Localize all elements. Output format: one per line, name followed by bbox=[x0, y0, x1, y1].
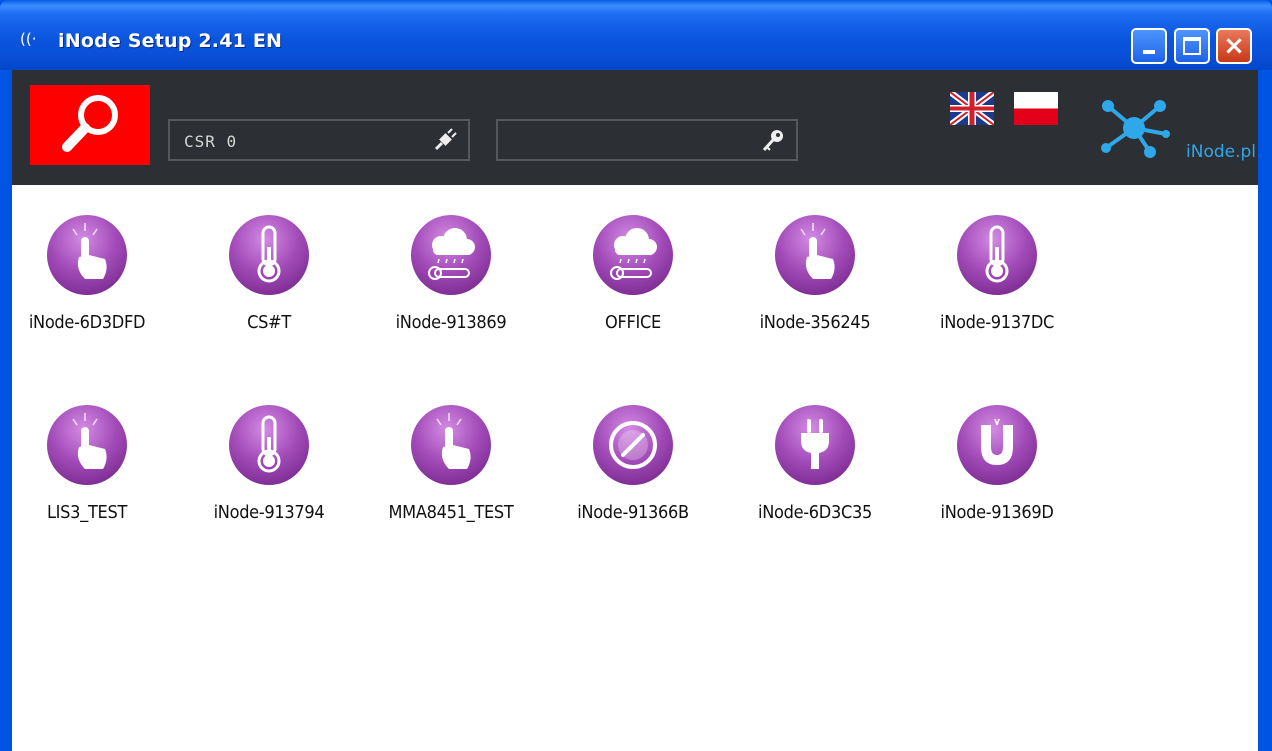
app-icon: ((· bbox=[20, 30, 37, 48]
toolbar: CSR 0 iNode.pl bbox=[12, 70, 1258, 185]
device-item[interactable]: iNode-91369D bbox=[922, 375, 1072, 525]
inode-logo: iNode.pl bbox=[1094, 92, 1257, 162]
touch-icon bbox=[47, 215, 127, 295]
magnet-icon bbox=[957, 405, 1037, 485]
device-label: iNode-356245 bbox=[759, 312, 871, 333]
poland-flag-icon[interactable] bbox=[1014, 92, 1058, 125]
device-item[interactable]: LIS3_TEST bbox=[12, 375, 162, 525]
device-label: OFFICE bbox=[605, 312, 661, 333]
device-label: iNode-913869 bbox=[395, 312, 507, 333]
window-frame-right bbox=[1258, 70, 1272, 751]
key-icon bbox=[762, 130, 783, 152]
device-item[interactable]: iNode-356245 bbox=[740, 185, 890, 335]
compass-icon bbox=[593, 405, 673, 485]
key-field[interactable] bbox=[496, 119, 798, 161]
close-icon: × bbox=[1223, 31, 1245, 61]
device-label: iNode-91366B bbox=[577, 502, 689, 523]
magnifier-icon bbox=[62, 95, 118, 152]
logo-text: iNode.pl bbox=[1186, 142, 1257, 162]
plug-icon bbox=[434, 128, 457, 151]
device-item[interactable]: iNode-9137DC bbox=[922, 185, 1072, 335]
device-label: LIS3_TEST bbox=[46, 502, 128, 523]
device-item[interactable]: iNode-91366B bbox=[558, 375, 708, 525]
minimize-icon bbox=[1143, 50, 1155, 54]
search-button[interactable] bbox=[30, 85, 150, 165]
device-label: MMA8451_TEST bbox=[388, 502, 514, 523]
maximize-button[interactable] bbox=[1174, 28, 1210, 64]
thermometer-icon bbox=[229, 215, 309, 295]
close-button[interactable]: × bbox=[1216, 28, 1252, 64]
device-item[interactable]: iNode-6D3DFD bbox=[12, 185, 162, 335]
touch-icon bbox=[47, 405, 127, 485]
device-item[interactable]: iNode-913869 bbox=[376, 185, 526, 335]
device-label: iNode-6D3DFD bbox=[28, 312, 146, 333]
thermometer-icon bbox=[957, 215, 1037, 295]
app-window: ((· iNode Setup 2.41 EN × CSR 0 iNode.pl… bbox=[0, 0, 1272, 751]
device-grid: iNode-6D3DFD CS#T iNode-913869 OFFICE iN… bbox=[12, 185, 1258, 751]
device-item[interactable]: OFFICE bbox=[558, 185, 708, 335]
uk-flag-icon[interactable] bbox=[950, 92, 994, 125]
minimize-button[interactable] bbox=[1131, 28, 1167, 64]
port-field[interactable]: CSR 0 bbox=[168, 119, 470, 161]
device-item[interactable]: MMA8451_TEST bbox=[376, 375, 526, 525]
device-label: iNode-913794 bbox=[213, 502, 325, 523]
device-item[interactable]: iNode-913794 bbox=[194, 375, 344, 525]
window-frame-left bbox=[0, 70, 12, 751]
window-title: iNode Setup 2.41 EN bbox=[58, 30, 283, 52]
port-field-value: CSR 0 bbox=[184, 132, 238, 151]
network-logo-icon bbox=[1101, 100, 1170, 158]
touch-icon bbox=[775, 215, 855, 295]
maximize-icon bbox=[1183, 37, 1201, 55]
plug-icon bbox=[775, 405, 855, 485]
device-label: iNode-9137DC bbox=[940, 312, 1054, 333]
weather-icon bbox=[411, 215, 491, 295]
touch-icon bbox=[411, 405, 491, 485]
device-item[interactable]: CS#T bbox=[194, 185, 344, 335]
device-label: CS#T bbox=[247, 312, 291, 333]
title-bar[interactable]: ((· iNode Setup 2.41 EN × bbox=[0, 0, 1272, 70]
device-item[interactable]: iNode-6D3C35 bbox=[740, 375, 890, 525]
device-label: iNode-6D3C35 bbox=[758, 502, 872, 523]
thermometer-icon bbox=[229, 405, 309, 485]
device-label: iNode-91369D bbox=[940, 502, 1054, 523]
weather-icon bbox=[593, 215, 673, 295]
